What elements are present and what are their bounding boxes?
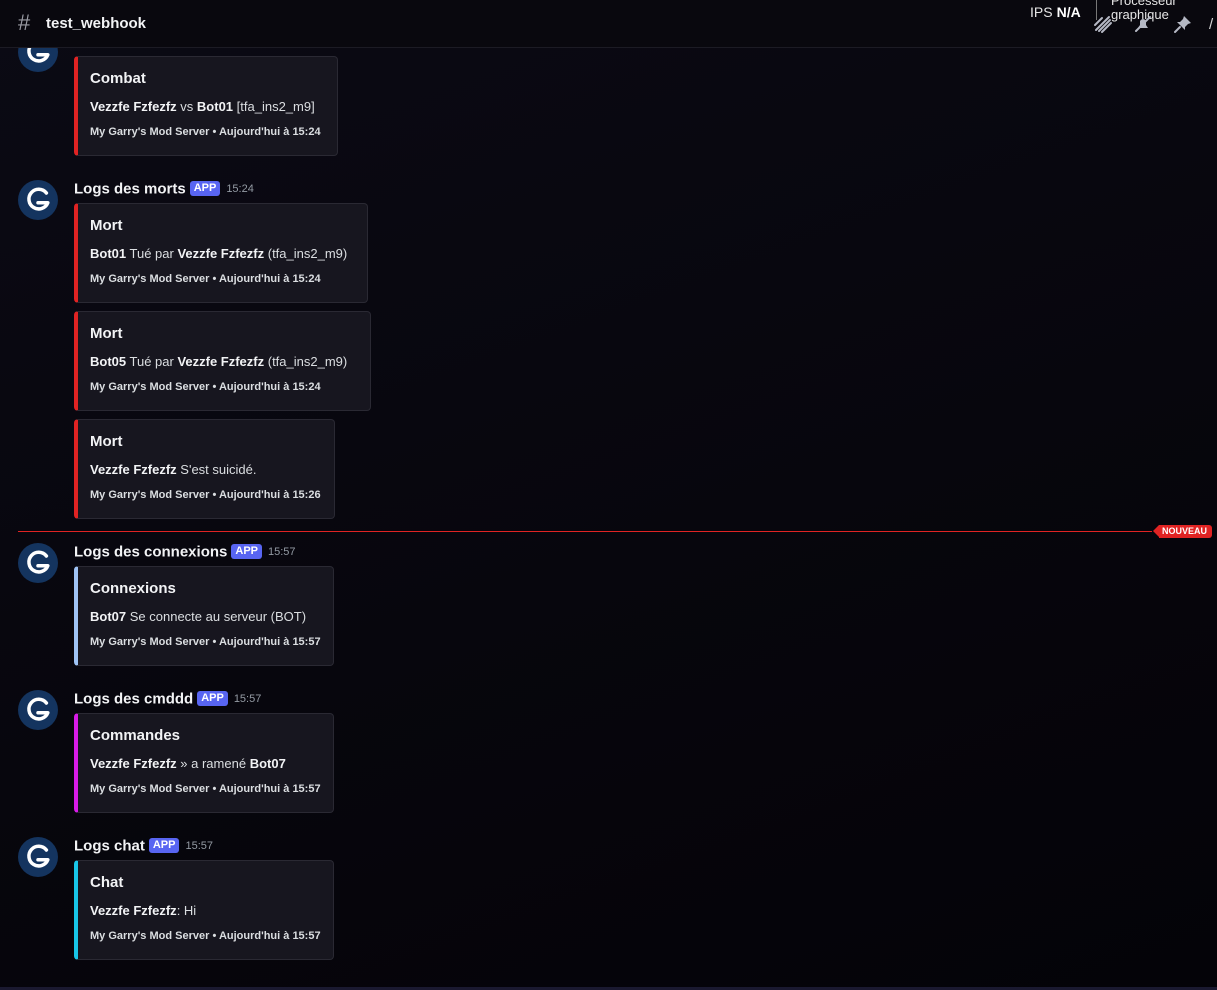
message-header: Logs chat APP 15:57	[74, 837, 213, 857]
ips-value: N/A	[1056, 4, 1081, 20]
desc-bold: Bot01	[196, 99, 234, 114]
embed-description: Vezzfe Fzfezfz vs Bot01 [tfa_ins2_m9]	[90, 99, 315, 114]
ips-label: IPS	[1030, 4, 1053, 20]
embed-combat: Combat Vezzfe Fzfezfz vs Bot01 [tfa_ins2…	[74, 56, 338, 156]
desc-bold: Vezzfe Fzfezfz	[177, 246, 265, 261]
app-badge: APP	[189, 181, 221, 197]
desc-bold: Bot05	[90, 354, 127, 369]
author-name[interactable]: Logs chat	[74, 837, 145, 854]
channel-hash-icon: #	[18, 10, 31, 35]
gmod-logo-icon	[27, 697, 50, 721]
channel-name: test_webhook	[46, 15, 147, 32]
new-messages-badge: NOUVEAU	[1152, 525, 1213, 538]
desc-text: Tué par	[126, 246, 178, 261]
timestamp[interactable]: 15:57	[234, 693, 262, 705]
timestamp[interactable]: 15:24	[226, 183, 254, 195]
embed-title: Mort	[90, 325, 123, 342]
pin-icon[interactable]	[1173, 14, 1193, 34]
embed-description: Bot01 Tué par Vezzfe Fzfezfz (tfa_ins2_m…	[90, 246, 347, 261]
ips-overlay: IPS N/A	[1030, 4, 1081, 20]
avatar[interactable]	[18, 543, 58, 583]
embed-title: Connexions	[90, 580, 176, 597]
channel-header: # test_webhook IPS N/A Processeur graphiq…	[0, 0, 1217, 48]
author-name[interactable]: Logs des cmddd	[74, 690, 193, 707]
desc-text: Se connecte au serveur (BOT)	[126, 609, 307, 624]
embed-footer: My Garry's Mod Server • Aujourd'hui à 15…	[90, 783, 321, 795]
message-header: Logs des connexions APP 15:57	[74, 543, 296, 563]
avatar[interactable]	[18, 690, 58, 730]
embed-description: Vezzfe Fzfezfz » a ramené Bot07	[90, 756, 286, 771]
embed-commandes: Commandes Vezzfe Fzfezfz » a ramené Bot0…	[74, 713, 334, 813]
embed-description: Vezzfe Fzfezfz: Hi	[90, 903, 196, 918]
embed-mort: Mort Bot01 Tué par Vezzfe Fzfezfz (tfa_i…	[74, 203, 368, 303]
desc-bold: Vezzfe Fzfezfz	[90, 462, 177, 477]
desc-bold: Vezzfe Fzfezfz	[90, 903, 177, 918]
embed-footer: My Garry's Mod Server • Aujourd'hui à 15…	[90, 636, 321, 648]
desc-bold: Bot01	[90, 246, 127, 261]
gmod-logo-icon	[27, 187, 50, 211]
embed-mort: Mort Vezzfe Fzfezfz S'est suicidé. My Ga…	[74, 419, 335, 519]
desc-bold: Vezzfe Fzfezfz	[177, 354, 265, 369]
desc-text: S'est suicidé.	[176, 462, 257, 477]
desc-text: [tfa_ins2_m9]	[233, 99, 315, 114]
overflow-glyph: /	[1209, 16, 1214, 33]
message-header: Logs des morts APP 15:24	[74, 180, 254, 200]
embed-description: Bot05 Tué par Vezzfe Fzfezfz (tfa_ins2_m…	[90, 354, 347, 369]
gmod-logo-icon	[27, 844, 50, 868]
desc-bold: Bot07	[90, 609, 127, 624]
desc-text: : Hi	[176, 903, 197, 918]
desc-bold: Bot07	[249, 756, 286, 771]
author-name[interactable]: Logs des morts	[74, 180, 186, 197]
desc-text: » a ramené	[176, 756, 250, 771]
desc-bold: Vezzfe Fzfezfz	[90, 99, 177, 114]
desc-bold: Vezzfe Fzfezfz	[90, 756, 177, 771]
gmod-logo-icon	[27, 550, 50, 574]
embed-chat: Chat Vezzfe Fzfezfz: Hi My Garry's Mod S…	[74, 860, 334, 960]
embed-footer: My Garry's Mod Server • Aujourd'hui à 15…	[90, 930, 321, 942]
timestamp[interactable]: 15:57	[185, 840, 213, 852]
embed-title: Commandes	[90, 727, 181, 744]
embed-footer: My Garry's Mod Server • Aujourd'hui à 15…	[90, 489, 321, 501]
embed-footer: My Garry's Mod Server • Aujourd'hui à 15…	[90, 126, 321, 138]
new-messages-divider	[18, 531, 1152, 532]
embed-connexions: Connexions Bot07 Se connecte au serveur …	[74, 566, 334, 666]
embed-title: Combat	[90, 70, 146, 87]
avatar[interactable]	[18, 837, 58, 877]
embed-footer: My Garry's Mod Server • Aujourd'hui à 15…	[90, 273, 321, 285]
notifications-muted-icon[interactable]	[1133, 14, 1153, 34]
embed-description: Vezzfe Fzfezfz S'est suicidé.	[90, 462, 256, 477]
timestamp[interactable]: 15:57	[268, 546, 296, 558]
desc-text: Tué par	[126, 354, 178, 369]
app-badge: APP	[197, 691, 228, 707]
embed-title: Chat	[90, 874, 124, 891]
embed-title: Mort	[90, 217, 123, 234]
avatar[interactable]	[18, 180, 58, 220]
embed-title: Mort	[90, 433, 123, 450]
embed-footer: My Garry's Mod Server • Aujourd'hui à 15…	[90, 381, 321, 393]
desc-text: (tfa_ins2_m9)	[264, 246, 348, 261]
author-name[interactable]: Logs des connexions	[74, 543, 227, 560]
embed-mort: Mort Bot05 Tué par Vezzfe Fzfezfz (tfa_i…	[74, 311, 371, 411]
desc-text: (tfa_ins2_m9)	[264, 354, 348, 369]
threads-icon[interactable]	[1093, 14, 1113, 34]
desc-text: vs	[176, 99, 197, 114]
message-header: Logs des cmddd APP 15:57	[74, 690, 261, 710]
embed-description: Bot07 Se connecte au serveur (BOT)	[90, 609, 306, 624]
app-badge: APP	[148, 838, 180, 854]
app-badge: APP	[231, 544, 262, 560]
